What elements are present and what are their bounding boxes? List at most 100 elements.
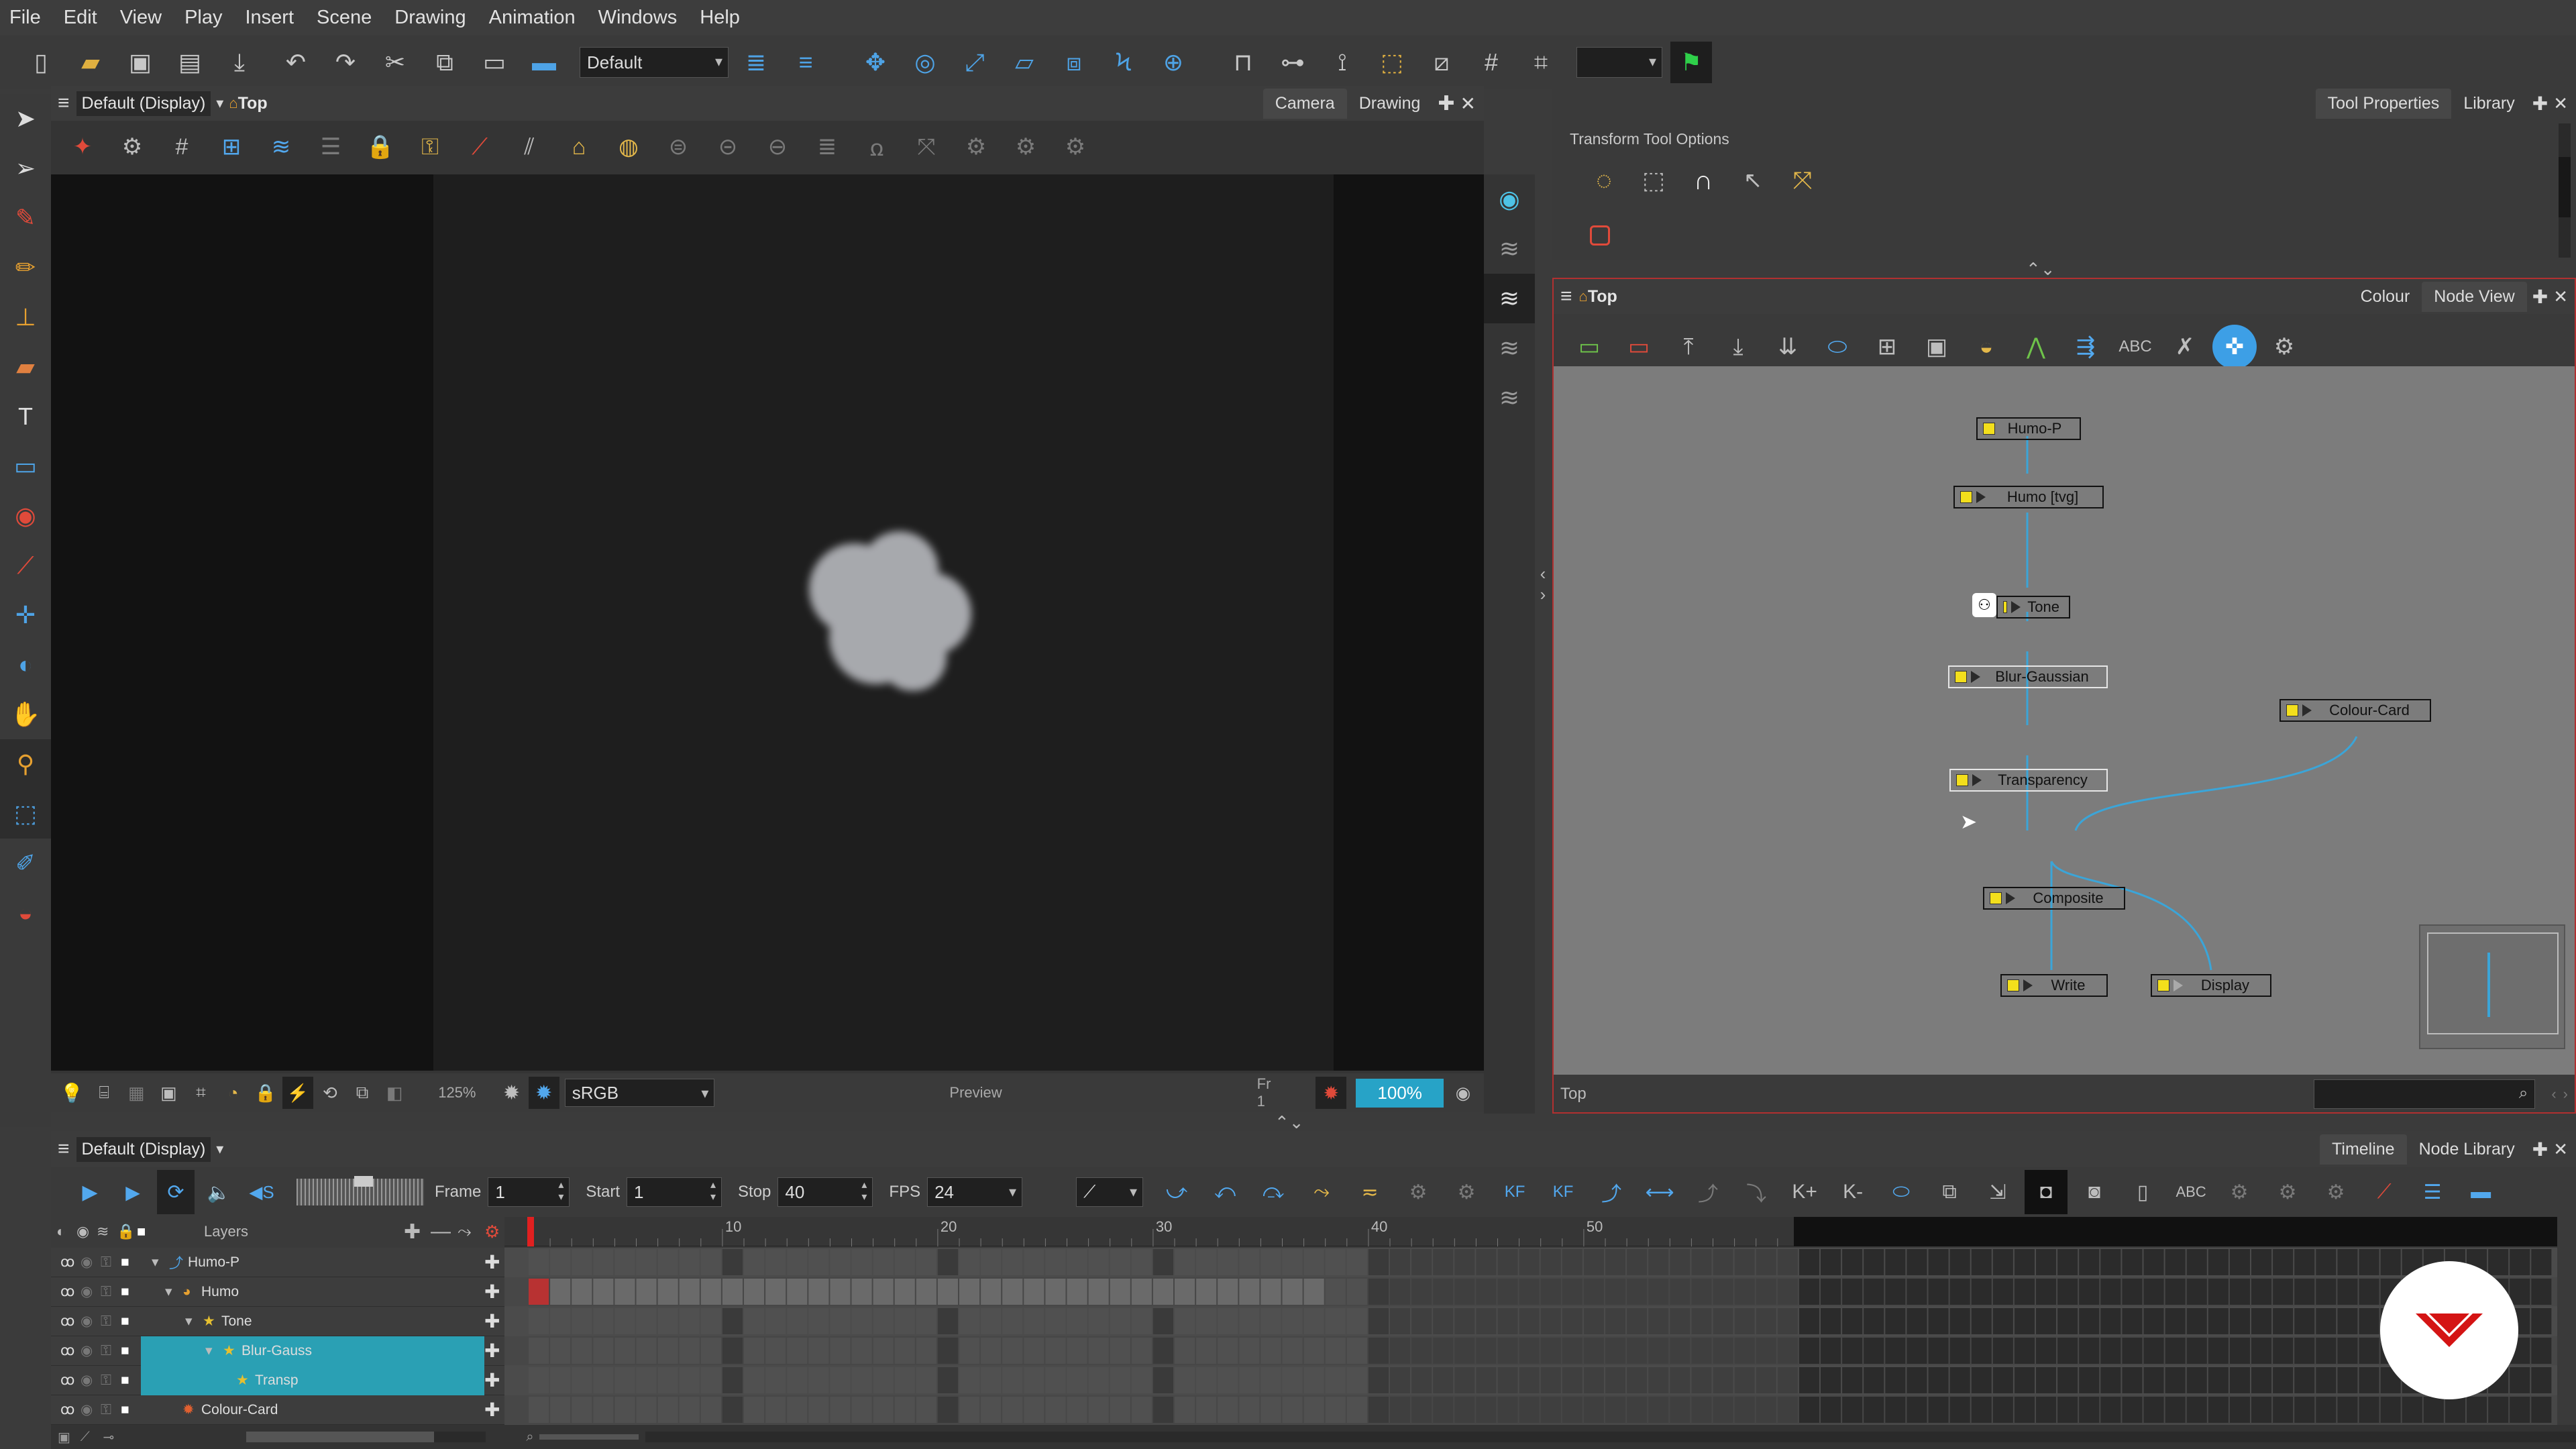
- tab-timeline[interactable]: Timeline: [2320, 1134, 2407, 1165]
- frame-cell[interactable]: [1691, 1308, 1712, 1334]
- layers-current-icon[interactable]: ≋: [1484, 274, 1535, 323]
- brush-tool-icon[interactable]: ✎: [0, 193, 51, 243]
- frame-cell[interactable]: [1864, 1279, 1884, 1305]
- frame-cell[interactable]: [1131, 1397, 1152, 1423]
- frame-cell[interactable]: [657, 1367, 678, 1393]
- frame-cell[interactable]: [1045, 1338, 1066, 1364]
- rotate-view-icon[interactable]: ◔: [218, 1077, 249, 1109]
- frame-cell[interactable]: [808, 1308, 829, 1334]
- frame-cell[interactable]: [593, 1279, 614, 1305]
- pencil-tool-icon[interactable]: ✏: [0, 243, 51, 292]
- frame-cell[interactable]: [787, 1338, 808, 1364]
- colour-toggle-icon[interactable]: ■: [121, 1284, 141, 1300]
- node-toggle[interactable]: [1990, 892, 2002, 904]
- frame-cell[interactable]: [722, 1338, 743, 1364]
- frame-cell[interactable]: [1067, 1279, 1087, 1305]
- frame-cell[interactable]: [1454, 1338, 1475, 1364]
- layer-toggle-icon[interactable]: ⌸: [89, 1077, 119, 1109]
- frame-cell[interactable]: [1907, 1249, 1927, 1275]
- frame-cell[interactable]: [2380, 1249, 2401, 1275]
- frame-cell[interactable]: [1131, 1367, 1152, 1393]
- align-icon[interactable]: ⇶: [2063, 325, 2108, 369]
- frame-cell[interactable]: [2316, 1338, 2337, 1364]
- frame-cell[interactable]: [2143, 1279, 2164, 1305]
- flag-icon[interactable]: ⚑: [1670, 42, 1712, 83]
- frame-cell[interactable]: [1131, 1338, 1152, 1364]
- frame-cell[interactable]: [1756, 1397, 1776, 1423]
- node-navigator[interactable]: [2419, 924, 2565, 1049]
- frame-cell[interactable]: [1002, 1249, 1023, 1275]
- frame-cell[interactable]: [700, 1279, 721, 1305]
- play-selection-icon[interactable]: ▶: [114, 1170, 152, 1214]
- frame-cell[interactable]: [2143, 1338, 2164, 1364]
- frame-cell[interactable]: [1131, 1308, 1152, 1334]
- frame-cell[interactable]: [1605, 1367, 1626, 1393]
- frame-cell[interactable]: [916, 1308, 936, 1334]
- frame-cell[interactable]: [2467, 1397, 2487, 1423]
- frame-cell[interactable]: [1110, 1367, 1130, 1393]
- frame-cell[interactable]: [1691, 1338, 1712, 1364]
- reset-view-icon[interactable]: ✦: [60, 125, 105, 169]
- ink-tool-icon[interactable]: ◒: [0, 888, 51, 938]
- frame-cell[interactable]: [1756, 1279, 1776, 1305]
- frame-cell[interactable]: [614, 1249, 635, 1275]
- frame-cell[interactable]: [981, 1397, 1002, 1423]
- frame-cell[interactable]: [830, 1397, 851, 1423]
- frame-cell[interactable]: [2186, 1249, 2207, 1275]
- layer-stack-2-icon[interactable]: ⊝: [706, 125, 750, 169]
- frame-cell[interactable]: [1605, 1279, 1626, 1305]
- zoom-tool-icon[interactable]: ◐: [0, 640, 51, 690]
- layer-scrollbar[interactable]: [246, 1432, 486, 1442]
- frame-cell[interactable]: [1110, 1397, 1130, 1423]
- frame-cell[interactable]: [2079, 1338, 2100, 1364]
- frame-cell[interactable]: [894, 1367, 915, 1393]
- frame-cell[interactable]: [1713, 1308, 1733, 1334]
- import-icon[interactable]: ⤓: [219, 42, 260, 83]
- frame-cell[interactable]: [1368, 1367, 1389, 1393]
- hand-tool-icon[interactable]: ✋: [0, 690, 51, 739]
- add-tab-icon[interactable]: ✚: [2532, 93, 2548, 115]
- frame-cell[interactable]: [2100, 1338, 2121, 1364]
- paint-tool-icon[interactable]: ◉: [0, 491, 51, 541]
- frame-cell[interactable]: [873, 1279, 894, 1305]
- frame-cell[interactable]: [2380, 1397, 2401, 1423]
- frame-cell[interactable]: [1476, 1308, 1497, 1334]
- frame-cell[interactable]: [1648, 1308, 1669, 1334]
- scale-icon[interactable]: ⤢: [954, 42, 996, 83]
- frame-cell[interactable]: [1799, 1338, 1819, 1364]
- frame-cell[interactable]: [2359, 1397, 2379, 1423]
- expand-icon[interactable]: ▾: [185, 1313, 203, 1330]
- visibility-toggle-icon[interactable]: ꝏ: [60, 1313, 80, 1330]
- close-icon[interactable]: ✕: [1460, 93, 1476, 115]
- layer-stack-3-icon[interactable]: ⊖: [755, 125, 800, 169]
- play-icon[interactable]: ▶: [71, 1170, 109, 1214]
- bounding-box-icon[interactable]: ⬚: [1371, 42, 1413, 83]
- expand-icon[interactable]: ▾: [205, 1342, 223, 1359]
- frame-cell[interactable]: [1842, 1249, 1863, 1275]
- frame-cell[interactable]: [1454, 1367, 1475, 1393]
- frame-cell[interactable]: [572, 1367, 592, 1393]
- display-node-icon[interactable]: ▣: [1915, 325, 1959, 369]
- layers-all-icon[interactable]: ≋: [1484, 224, 1535, 274]
- fps-select[interactable]: 24 ▾: [927, 1177, 1023, 1207]
- frame-cell[interactable]: [1325, 1249, 1346, 1275]
- frame-cell[interactable]: [1928, 1249, 1949, 1275]
- close-icon[interactable]: ✕: [2553, 1139, 2568, 1160]
- peg-selection-icon[interactable]: [1590, 225, 1610, 246]
- frame-cell[interactable]: [1002, 1367, 1023, 1393]
- frame-cell[interactable]: [1218, 1249, 1238, 1275]
- frame-cell[interactable]: [830, 1367, 851, 1393]
- tab-tool-properties[interactable]: Tool Properties: [2315, 88, 2452, 119]
- frame-cell[interactable]: [1992, 1367, 2013, 1393]
- node-toggle[interactable]: [2157, 979, 2169, 991]
- frame-cell[interactable]: [1454, 1308, 1475, 1334]
- frame-cell[interactable]: [744, 1308, 765, 1334]
- frame-cell[interactable]: [1907, 1397, 1927, 1423]
- frame-cell[interactable]: [1325, 1308, 1346, 1334]
- colour-swatch-select[interactable]: ▾: [1576, 47, 1662, 78]
- frame-cell[interactable]: [1282, 1367, 1303, 1393]
- frame-cell[interactable]: [2531, 1397, 2552, 1423]
- frame-cell[interactable]: [2165, 1338, 2186, 1364]
- frame-cell[interactable]: [1175, 1338, 1195, 1364]
- frame-cell[interactable]: [2208, 1397, 2229, 1423]
